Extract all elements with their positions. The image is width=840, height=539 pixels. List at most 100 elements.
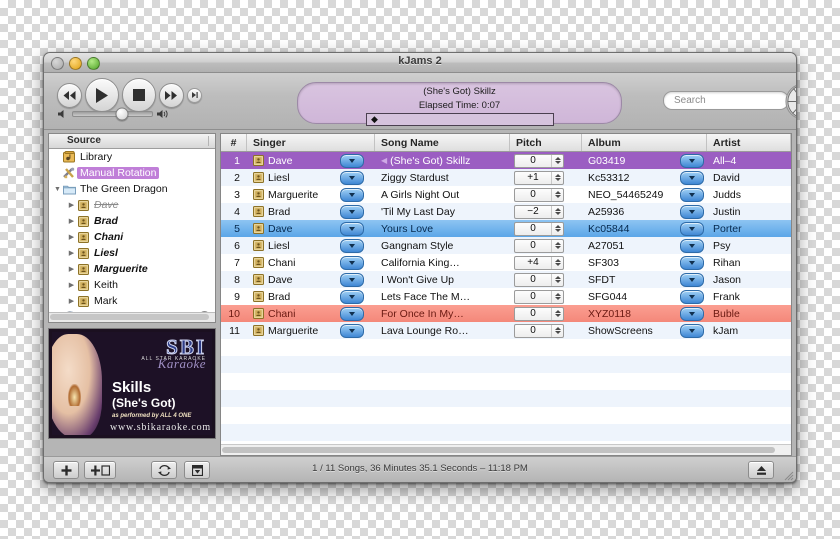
volume-control[interactable] <box>58 109 170 119</box>
column-header-artist[interactable]: Artist <box>707 134 791 151</box>
table-row[interactable]: 6LieslGangnam Style0A27051Psy <box>221 237 791 254</box>
stepper-arrows-icon[interactable] <box>551 291 563 303</box>
pitch-stepper[interactable]: 0 <box>514 188 564 202</box>
sidebar-item-the-green-dragon[interactable]: ▼The Green Dragon <box>49 181 215 197</box>
table-row[interactable]: 8DaveI Won't Give Up0SFDTJason <box>221 271 791 288</box>
stepper-arrows-icon[interactable] <box>551 308 563 320</box>
singer-dropdown-button[interactable] <box>340 256 364 270</box>
stop-button[interactable] <box>122 78 156 112</box>
title-bar[interactable]: kJams 2 <box>44 53 796 73</box>
pitch-stepper[interactable]: 0 <box>514 290 564 304</box>
stepper-arrows-icon[interactable] <box>551 223 563 235</box>
album-dropdown-button[interactable] <box>680 222 704 236</box>
album-dropdown-button[interactable] <box>680 307 704 321</box>
table-row[interactable]: 10ChaniFor Once In My…0XYZ0118Buble <box>221 305 791 322</box>
table-row[interactable]: 2LieslZiggy Stardust+1Kc53312David <box>221 169 791 186</box>
table-body[interactable]: 1Dave◀(She's Got) Skillz0G03419All–42Lie… <box>221 152 791 339</box>
album-dropdown-button[interactable] <box>680 205 704 219</box>
album-dropdown-button[interactable] <box>680 273 704 287</box>
table-horizontal-scrollbar[interactable] <box>221 444 791 455</box>
table-empty-row[interactable] <box>221 407 791 424</box>
singer-dropdown-button[interactable] <box>340 188 364 202</box>
resize-grip[interactable] <box>782 469 794 481</box>
table-empty-row[interactable] <box>221 339 791 356</box>
pitch-stepper[interactable]: 0 <box>514 273 564 287</box>
table-empty-row[interactable] <box>221 424 791 441</box>
singer-dropdown-button[interactable] <box>340 222 364 236</box>
pitch-stepper[interactable]: 0 <box>514 222 564 236</box>
disclosure-closed-icon[interactable]: ▶ <box>67 217 76 225</box>
table-empty-row[interactable] <box>221 373 791 390</box>
singer-dropdown-button[interactable] <box>340 324 364 338</box>
table-row[interactable]: 1Dave◀(She's Got) Skillz0G03419All–4 <box>221 152 791 169</box>
column-header-song-name[interactable]: Song Name <box>375 134 510 151</box>
singer-dropdown-button[interactable] <box>340 290 364 304</box>
album-dropdown-button[interactable] <box>680 239 704 253</box>
pinwheel-icon[interactable] <box>783 81 797 122</box>
pitch-stepper[interactable]: 0 <box>514 239 564 253</box>
stepper-arrows-icon[interactable] <box>551 206 563 218</box>
stepper-arrows-icon[interactable] <box>551 172 563 184</box>
source-list[interactable]: LibraryManual Rotation▼The Green Dragon▶… <box>49 149 215 312</box>
sidebar-item-mark[interactable]: ▶Mark <box>49 293 215 309</box>
singer-dropdown-button[interactable] <box>340 205 364 219</box>
table-row[interactable]: 4Brad'Til My Last Day−2A25936Justin <box>221 203 791 220</box>
album-dropdown-button[interactable] <box>680 171 704 185</box>
disclosure-open-icon[interactable]: ▼ <box>53 186 62 193</box>
sidebar-item-keith[interactable]: ▶Keith <box>49 277 215 293</box>
stepper-arrows-icon[interactable] <box>551 155 563 167</box>
table-empty-area[interactable] <box>221 339 791 444</box>
table-empty-row[interactable] <box>221 390 791 407</box>
volume-knob[interactable] <box>115 108 128 121</box>
next-small-button[interactable] <box>187 88 202 103</box>
sidebar-item-library[interactable]: Library <box>49 149 215 165</box>
album-dropdown-button[interactable] <box>680 324 704 338</box>
singer-dropdown-button[interactable] <box>340 307 364 321</box>
disclosure-closed-icon[interactable]: ▶ <box>67 233 76 241</box>
stepper-arrows-icon[interactable] <box>551 189 563 201</box>
source-column-header[interactable]: Source <box>49 134 215 149</box>
play-button[interactable] <box>85 78 119 112</box>
table-row[interactable]: 3MargueriteA Girls Night Out0NEO_5446524… <box>221 186 791 203</box>
stepper-arrows-icon[interactable] <box>551 274 563 286</box>
column-header-album[interactable]: Album <box>582 134 707 151</box>
playback-slider-thumb[interactable]: ◆ <box>371 115 379 123</box>
pitch-stepper[interactable]: 0 <box>514 307 564 321</box>
pitch-stepper[interactable]: 0 <box>514 324 564 338</box>
table-empty-row[interactable] <box>221 356 791 373</box>
sidebar-item-dave[interactable]: ▶Dave <box>49 197 215 213</box>
table-row[interactable]: 7ChaniCalifornia King…+4SF303Rihan <box>221 254 791 271</box>
volume-slider[interactable] <box>72 111 153 117</box>
disclosure-closed-icon[interactable]: ▶ <box>67 249 76 257</box>
stepper-arrows-icon[interactable] <box>551 325 563 337</box>
sidebar-item-manual-rotation[interactable]: Manual Rotation <box>49 165 215 181</box>
pitch-stepper[interactable]: 0 <box>514 154 564 168</box>
sidebar-item-chani[interactable]: ▶Chani <box>49 229 215 245</box>
singer-dropdown-button[interactable] <box>340 273 364 287</box>
column-header-[interactable]: # <box>221 134 247 151</box>
stepper-arrows-icon[interactable] <box>551 257 563 269</box>
column-header-singer[interactable]: Singer <box>247 134 375 151</box>
album-dropdown-button[interactable] <box>680 290 704 304</box>
sidebar-item-liesl[interactable]: ▶Liesl <box>49 245 215 261</box>
search-box[interactable]: ✕ <box>663 91 789 110</box>
singer-dropdown-button[interactable] <box>340 239 364 253</box>
pitch-stepper[interactable]: −2 <box>514 205 564 219</box>
singer-dropdown-button[interactable] <box>340 154 364 168</box>
table-row[interactable]: 5DaveYours Love0Kc05844Porter <box>221 220 791 237</box>
album-dropdown-button[interactable] <box>680 256 704 270</box>
sidebar-item-marguerite[interactable]: ▶Marguerite <box>49 261 215 277</box>
disclosure-closed-icon[interactable]: ▶ <box>67 265 76 273</box>
table-row[interactable]: 9BradLets Face The M…0SFG044Frank <box>221 288 791 305</box>
rewind-button[interactable] <box>57 83 82 108</box>
fast-forward-button[interactable] <box>159 83 184 108</box>
playback-slider[interactable]: ◆ <box>366 113 554 126</box>
table-row[interactable]: 11MargueriteLava Lounge Ro…0ShowScreensk… <box>221 322 791 339</box>
column-header-pitch[interactable]: Pitch <box>510 134 582 151</box>
sidebar-horizontal-scrollbar[interactable] <box>49 312 215 322</box>
pitch-stepper[interactable]: +4 <box>514 256 564 270</box>
disclosure-closed-icon[interactable]: ▶ <box>67 201 76 209</box>
sidebar-item-brad[interactable]: ▶Brad <box>49 213 215 229</box>
pitch-stepper[interactable]: +1 <box>514 171 564 185</box>
album-dropdown-button[interactable] <box>680 188 704 202</box>
